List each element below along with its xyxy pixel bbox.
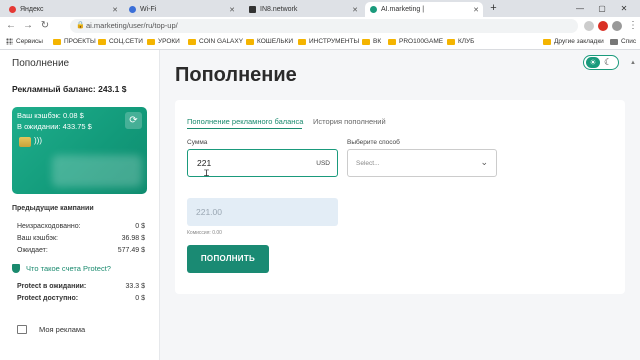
folder-icon <box>298 38 306 45</box>
amount-label: Сумма <box>187 139 208 146</box>
sidebar: Пополнение Рекламный баланс: 243.1 $ Ваш… <box>0 50 160 360</box>
folder-icon <box>188 38 196 45</box>
prev-campaigns-heading: Предыдущие кампании <box>12 205 94 212</box>
folder-icon <box>53 38 61 45</box>
close-icon[interactable]: ✕ <box>473 6 479 14</box>
minimize-button[interactable]: — <box>570 0 590 17</box>
top-up-panel: Пополнение рекламного баланса История по… <box>175 100 625 294</box>
bookmark-reading-list[interactable]: Спис <box>610 38 636 45</box>
tab-wifi[interactable]: Wi-Fi ✕ <box>124 2 239 17</box>
wifi-icon <box>129 6 136 13</box>
apps-icon <box>6 38 13 45</box>
stat-row: Ожидает: 577.49 $ <box>17 247 145 254</box>
url-input[interactable]: 🔒 ai.marketing/user/ru/top-up/ <box>70 19 578 33</box>
in8-icon <box>249 6 256 13</box>
sun-icon[interactable]: ☀ <box>586 57 600 68</box>
tab-in8[interactable]: IN8.network ✕ <box>244 2 362 17</box>
moon-icon[interactable]: ☾ <box>604 56 612 69</box>
currency-label: USD <box>316 160 330 167</box>
method-select[interactable]: Select... ⌄ <box>347 149 497 177</box>
extension-icon[interactable] <box>584 21 594 31</box>
aimarketing-icon <box>370 6 377 13</box>
active-tab-underline <box>187 128 302 129</box>
close-icon[interactable]: ✕ <box>229 6 235 14</box>
avatar[interactable] <box>612 21 622 31</box>
bookmark-folder[interactable]: ВК <box>362 38 381 45</box>
menu-icon[interactable]: ⋮ <box>626 19 640 33</box>
folder-icon <box>147 38 155 45</box>
new-tab-button[interactable]: + <box>487 2 500 15</box>
top-up-button[interactable]: ПОПОЛНИТЬ <box>187 245 269 273</box>
theme-toggle[interactable]: ☀ ☾ <box>583 55 619 70</box>
browser-tab-strip: Яндекс ✕ Wi-Fi ✕ IN8.network ✕ AI.market… <box>0 0 640 17</box>
card-blur-decoration <box>52 155 142 187</box>
protect-row: Protect доступно: 0 $ <box>17 295 145 302</box>
bookmark-folder[interactable]: КОШЕЛЬКИ <box>246 38 293 45</box>
bookmark-other[interactable]: Другие закладки <box>543 38 604 45</box>
page-title: Пополнение <box>175 64 297 86</box>
bookmark-folder[interactable]: КЛУБ <box>447 38 474 45</box>
bookmark-folder[interactable]: УРОКИ <box>147 38 180 45</box>
close-icon[interactable]: ✕ <box>112 6 118 14</box>
sidebar-item-my-ads[interactable]: Моя реклама <box>17 325 85 334</box>
scroll-up-icon[interactable]: ▲ <box>630 60 636 66</box>
bookmark-folder[interactable]: COIN GALAXY <box>188 38 243 45</box>
bookmarks-bar: Сервисы ПРОЕКТЫ СОЦ.СЕТИ УРОКИ COIN GALA… <box>0 35 640 50</box>
stat-row: Неизрасходованно: 0 $ <box>17 223 145 230</box>
card-chip-icon <box>19 137 31 147</box>
chevron-down-icon: ⌄ <box>480 157 488 167</box>
tab-yandex[interactable]: Яндекс ✕ <box>4 2 122 17</box>
bookmark-folder[interactable]: ПРОЕКТЫ <box>53 38 96 45</box>
close-window-button[interactable]: ✕ <box>614 0 634 17</box>
method-label: Выберите способ <box>347 139 400 146</box>
stat-row: Ваш кэшбэк: 36.98 $ <box>17 235 145 242</box>
balance-card: Ваш кэшбэк: 0.08 $ В ожидании: 433.75 $ … <box>12 107 147 194</box>
ad-balance: Рекламный баланс: 243.1 $ <box>12 84 127 94</box>
lock-icon: 🔒 <box>76 22 85 29</box>
close-icon[interactable]: ✕ <box>352 6 358 14</box>
folder-icon <box>447 38 455 45</box>
folder-icon <box>246 38 254 45</box>
yandex-icon <box>9 6 16 13</box>
tab-history[interactable]: История пополнений <box>313 117 386 126</box>
back-icon[interactable]: ← <box>4 19 18 33</box>
extension-icon[interactable] <box>598 21 608 31</box>
protect-row: Protect в ожидании: 33.3 $ <box>17 283 145 290</box>
reload-icon[interactable]: ↻ <box>38 19 52 33</box>
bookmark-services[interactable]: Сервисы <box>6 38 43 45</box>
bookmark-folder[interactable]: ИНСТРУМЕНТЫ <box>298 38 359 45</box>
folder-icon <box>98 38 106 45</box>
contactless-icon: ))) <box>34 136 42 145</box>
total-field: 221.00 <box>187 198 338 226</box>
ads-icon <box>17 325 27 334</box>
refresh-button[interactable]: ⟳ <box>125 112 142 129</box>
commission-text: Комиссия: 0.00 <box>187 230 222 236</box>
text-cursor-icon: Ɪ <box>204 168 210 178</box>
protect-info-link[interactable]: Что такое счета Protect? <box>12 264 111 273</box>
bookmark-folder[interactable]: PRO100GAME <box>388 38 443 45</box>
sidebar-title: Пополнение <box>12 58 70 69</box>
folder-icon <box>543 38 551 45</box>
bookmark-folder[interactable]: СОЦ.СЕТИ <box>98 38 143 45</box>
maximize-button[interactable]: ▢ <box>592 0 612 17</box>
address-bar-row: ← → ↻ 🔒 ai.marketing/user/ru/top-up/ ⋮ <box>0 17 640 35</box>
folder-icon <box>362 38 370 45</box>
tab-aimarketing[interactable]: AI.marketing | ✕ <box>365 2 483 17</box>
reading-list-icon <box>610 38 618 45</box>
folder-icon <box>388 38 396 45</box>
card-cashback: Ваш кэшбэк: 0.08 $ <box>17 111 84 120</box>
forward-icon[interactable]: → <box>21 19 35 33</box>
shield-icon <box>12 264 20 273</box>
tab-top-up-balance[interactable]: Пополнение рекламного баланса <box>187 117 303 126</box>
amount-input[interactable]: 221 USD <box>187 149 338 177</box>
card-pending: В ожидании: 433.75 $ <box>17 122 92 131</box>
